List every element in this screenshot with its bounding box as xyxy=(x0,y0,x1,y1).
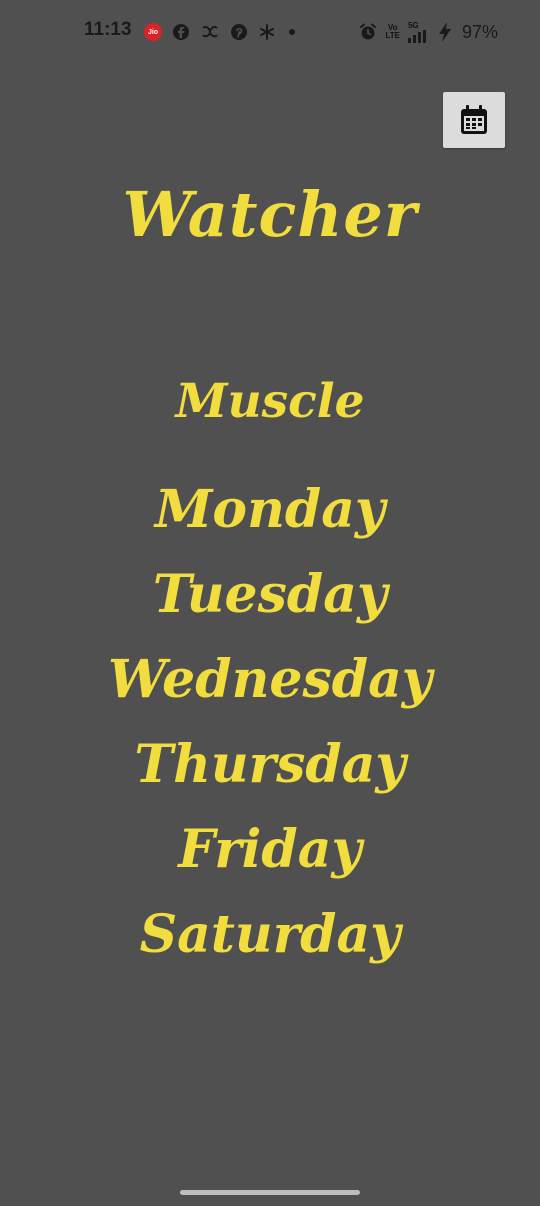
facebook-icon xyxy=(173,24,189,40)
alarm-icon xyxy=(360,23,377,40)
app-title: Watcher xyxy=(122,178,418,251)
status-bar: 11:13 Jio Vo LTE 5G 97% xyxy=(0,0,540,62)
signal-icon: 5G xyxy=(407,20,430,43)
network-gen-label: 5G xyxy=(407,20,419,30)
dot-icon xyxy=(289,29,295,35)
calendar-icon xyxy=(461,105,487,134)
calendar-button[interactable] xyxy=(443,92,505,148)
workout-label: Muscle xyxy=(175,374,365,429)
system-icons: Vo LTE 5G 97% xyxy=(359,20,498,44)
notification-icons: Jio xyxy=(144,20,298,44)
day-item-thursday[interactable]: Thursday xyxy=(0,732,540,817)
app-icon xyxy=(202,25,218,38)
volte-icon: Vo LTE xyxy=(385,24,400,40)
charging-icon xyxy=(438,22,451,42)
battery-percent: 97% xyxy=(461,21,498,42)
day-item-friday[interactable]: Friday xyxy=(0,817,540,902)
volte-bottom-label: LTE xyxy=(385,31,400,40)
day-item-tuesday[interactable]: Tuesday xyxy=(0,562,540,647)
day-item-saturday[interactable]: Saturday xyxy=(0,902,540,987)
day-list: Monday Tuesday Wednesday Thursday Friday… xyxy=(0,477,540,987)
status-time: 11:13 xyxy=(84,19,132,40)
home-indicator[interactable] xyxy=(180,1190,360,1195)
day-item-wednesday[interactable]: Wednesday xyxy=(0,647,540,732)
spark-icon xyxy=(260,24,274,40)
pinterest-icon xyxy=(231,24,247,40)
jio-icon: Jio xyxy=(144,23,162,41)
day-item-monday[interactable]: Monday xyxy=(0,477,540,562)
